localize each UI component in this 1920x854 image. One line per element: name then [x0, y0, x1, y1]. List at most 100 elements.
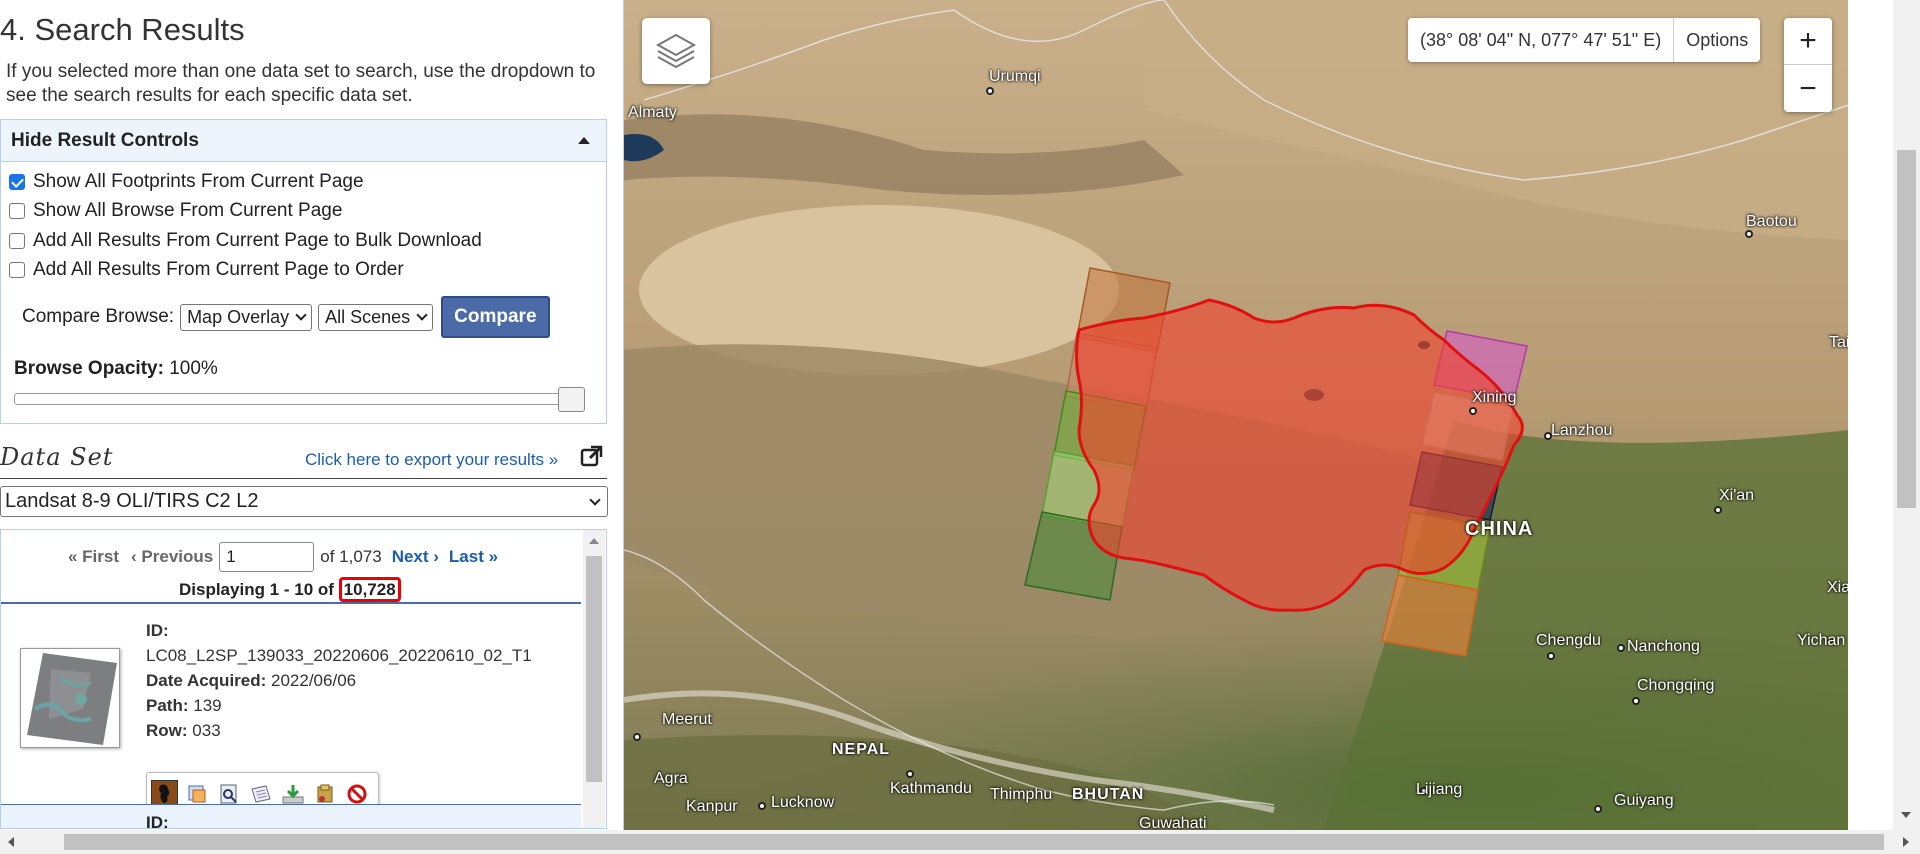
last-page-link[interactable]: Last » — [449, 547, 498, 567]
results-scrollbar-thumb[interactable] — [586, 556, 602, 782]
show-all-footprints-checkbox[interactable] — [9, 174, 25, 190]
compare-scope-select[interactable]: All Scenes — [318, 303, 434, 331]
zoom-out-button[interactable]: − — [1784, 65, 1832, 112]
page-horizontal-scrollbar[interactable] — [0, 830, 1920, 854]
path-value: 139 — [193, 696, 222, 715]
section-title: 4. Search Results — [0, 12, 245, 47]
total-results-highlight: 10,728 — [338, 577, 401, 602]
show-all-footprints-option[interactable]: Show All Footprints From Current Page — [9, 171, 364, 193]
map-label-guwahati: Guwahati — [1139, 815, 1207, 830]
compare-browse-label: Compare Browse: — [22, 306, 175, 327]
map-viewer[interactable]: (38° 08' 04" N, 077° 47' 51" E) Options … — [623, 0, 1848, 830]
option-label: Show All Browse From Current Page — [33, 200, 343, 221]
data-set-title: Data Set — [0, 443, 114, 471]
result-controls-header: Hide Result Controls — [11, 129, 199, 151]
option-label: Show All Footprints From Current Page — [33, 171, 364, 192]
map-label-lanzhou: Lanzhou — [1551, 422, 1613, 439]
section-intro: If you selected more than one data set t… — [6, 61, 596, 106]
show-all-browse-checkbox[interactable] — [9, 203, 25, 219]
data-set-select[interactable]: Landsat 8-9 OLI/TIRS C2 L2 — [0, 486, 608, 517]
map-label-xian: Xi'an — [1719, 487, 1755, 504]
page-number-input[interactable] — [219, 542, 315, 572]
scene-metadata: ID: LC08_L2SP_139033_20220606_20220610_0… — [146, 618, 532, 743]
external-link-icon[interactable] — [580, 444, 604, 468]
show-all-browse-option[interactable]: Show All Browse From Current Page — [9, 200, 342, 222]
map-options-button[interactable]: Options — [1673, 18, 1760, 62]
compare-mode-value: Map Overlay — [187, 306, 290, 327]
scene-thumbnail[interactable] — [20, 648, 120, 748]
map-label-thimphu: Thimphu — [990, 786, 1053, 803]
compare-browse-row: Compare Browse: Map Overlay All Scenes C… — [22, 296, 550, 338]
city-marker — [1632, 697, 1640, 705]
browse-opacity-label: Browse Opacity: — [14, 358, 164, 379]
displaying-prefix: Displaying 1 - 10 of — [179, 580, 334, 599]
add-to-order-option[interactable]: Add All Results From Current Page to Ord… — [9, 259, 404, 281]
scroll-up-icon[interactable] — [589, 538, 599, 544]
chevron-down-icon — [416, 309, 428, 321]
map-label-guiyang: Guiyang — [1614, 792, 1674, 809]
bulk-download-icon[interactable] — [311, 780, 338, 807]
layers-icon — [655, 33, 697, 69]
coordinate-readout: (38° 08' 04" N, 077° 47' 51" E) Options — [1408, 18, 1761, 62]
path-label: Path: — [146, 696, 189, 715]
page-vertical-scrollbar[interactable] — [1893, 0, 1920, 830]
chevron-down-icon — [295, 309, 307, 321]
map-label-xia: Xia — [1827, 579, 1848, 596]
first-page-link[interactable]: « First — [68, 547, 119, 567]
compare-mode-select[interactable]: Map Overlay — [180, 303, 313, 331]
map-label-xining: Xining — [1472, 389, 1517, 406]
layers-button[interactable] — [642, 18, 710, 84]
map-label-yichang: Yichan — [1797, 632, 1846, 649]
zoom-in-button[interactable]: + — [1784, 18, 1832, 65]
map-label-agra: Agra — [654, 770, 688, 787]
map-label-tai: Tai — [1829, 334, 1848, 351]
browse-opacity-slider-handle[interactable] — [558, 387, 585, 412]
export-results-link[interactable]: Click here to export your results » — [305, 450, 558, 470]
map-label-almaty: Almaty — [628, 104, 677, 121]
map-label-bhutan: BHUTAN — [1072, 786, 1145, 803]
city-marker — [1714, 506, 1722, 514]
map-label-kanpur: Kanpur — [686, 798, 738, 815]
footprint-icon[interactable] — [151, 780, 178, 807]
next-page-link[interactable]: Next › — [392, 547, 439, 567]
hide-result-controls-toggle[interactable]: Hide Result Controls — [1, 120, 606, 162]
date-acquired: 2022/06/06 — [271, 671, 357, 690]
results-list: « First ‹ Previous of 1,073 Next › Last … — [0, 529, 607, 829]
previous-page-link[interactable]: ‹ Previous — [131, 547, 213, 567]
scroll-down-icon[interactable] — [1901, 812, 1911, 818]
map-label-kathmandu: Kathmandu — [890, 780, 972, 797]
city-marker — [758, 802, 766, 810]
browse-opacity-slider[interactable] — [14, 393, 584, 405]
browse-overlay-icon[interactable] — [183, 780, 210, 807]
city-marker — [986, 87, 994, 95]
map-label-nanchong: Nanchong — [1627, 638, 1700, 655]
exclude-icon[interactable] — [343, 780, 370, 807]
result-row: ID: — [1, 804, 581, 829]
city-marker — [1594, 805, 1602, 813]
map-label-urumqi: Urumqi — [989, 68, 1041, 85]
page-horizontal-scrollbar-thumb[interactable] — [64, 834, 1884, 850]
page-scrollbar-thumb[interactable] — [1897, 150, 1916, 508]
add-to-order-checkbox[interactable] — [9, 262, 25, 278]
option-label: Add All Results From Current Page to Ord… — [33, 259, 404, 280]
compare-icon[interactable] — [247, 780, 274, 807]
city-marker — [633, 733, 641, 741]
add-to-bulk-download-option[interactable]: Add All Results From Current Page to Bul… — [9, 230, 482, 252]
city-marker — [1547, 652, 1555, 660]
cursor-coordinates: (38° 08' 04" N, 077° 47' 51" E) — [1420, 29, 1662, 50]
option-label: Add All Results From Current Page to Bul… — [33, 230, 482, 251]
scroll-left-icon[interactable] — [8, 837, 14, 847]
compare-button[interactable]: Compare — [441, 296, 550, 338]
city-marker — [1617, 644, 1625, 652]
scroll-right-icon[interactable] — [1903, 837, 1909, 847]
date-label: Date Acquired: — [146, 671, 267, 690]
add-to-bulk-download-checkbox[interactable] — [9, 233, 25, 249]
show-metadata-icon[interactable] — [215, 780, 242, 807]
results-scrollbar[interactable] — [583, 530, 605, 828]
zoom-control: + − — [1784, 18, 1832, 112]
compare-scope-value: All Scenes — [325, 306, 411, 327]
map-label-china: CHINA — [1465, 518, 1534, 540]
id-label: ID: — [146, 813, 169, 829]
download-icon[interactable] — [279, 780, 306, 807]
map-label-chengdu: Chengdu — [1536, 632, 1601, 649]
